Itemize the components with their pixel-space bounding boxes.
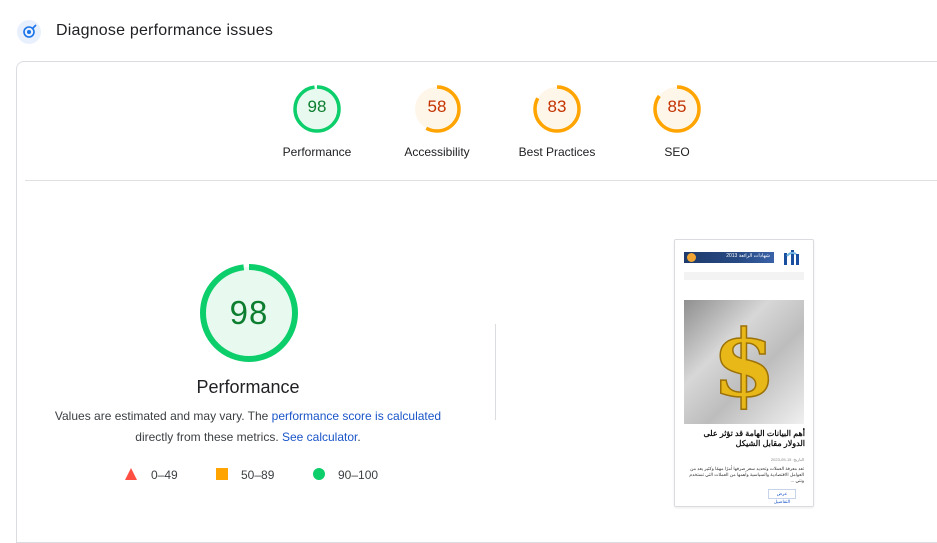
- sun-icon: [687, 253, 696, 262]
- report-card: 98 Performance 58 Accessibility 83 Best …: [16, 61, 937, 543]
- gauge-seo[interactable]: 85 SEO: [617, 84, 737, 159]
- gauge-score: 98: [307, 97, 327, 116]
- section-header: Diagnose performance issues: [0, 0, 937, 62]
- section-title: Diagnose performance issues: [56, 22, 274, 39]
- triangle-icon: [125, 468, 137, 480]
- legend-range: 0–49: [151, 468, 178, 482]
- gauge-score: 85: [667, 97, 687, 116]
- site-navbar: [684, 272, 804, 280]
- square-icon: [216, 468, 228, 480]
- site-banner: شهادات الرائعة 2013: [684, 252, 774, 263]
- score-gauges: 98 Performance 58 Accessibility 83 Best …: [17, 62, 937, 180]
- performance-gauge-large: 98: [177, 260, 321, 380]
- circle-icon: [313, 468, 325, 480]
- gauge-label: Best Practices: [518, 145, 596, 159]
- desc-text: Values are estimated and may vary. The: [54, 409, 272, 423]
- performance-score: 98: [229, 294, 269, 331]
- lighthouse-icon: [17, 20, 41, 44]
- performance-description: Values are estimated and may vary. The p…: [47, 406, 449, 448]
- gauge-label: SEO: [664, 145, 690, 159]
- gauge-accessibility[interactable]: 58 Accessibility: [377, 84, 497, 159]
- article-excerpt: تعد معرفة العملات وتحديد سعر صرفها أمرًا…: [689, 466, 804, 483]
- score-calculation-link[interactable]: performance score is calculated: [272, 409, 441, 423]
- details-button: عرض التفاصيل: [768, 489, 796, 504]
- legend-range: 90–100: [338, 468, 379, 482]
- gauge-score: 58: [427, 97, 447, 116]
- legend-range: 50–89: [241, 468, 275, 482]
- gauge-score: 83: [547, 97, 567, 116]
- desc-text: .: [357, 430, 361, 444]
- gauge-label: Performance: [282, 145, 352, 159]
- article-headline: أهم البيانات الهامة قد تؤثر على الدولار …: [703, 429, 805, 448]
- desc-text: directly from these metrics.: [135, 430, 282, 444]
- gauge-best-practices[interactable]: 83 Best Practices: [497, 84, 617, 159]
- banner-text: شهادات الرائعة 2013: [726, 253, 770, 259]
- gauge-label: Accessibility: [404, 145, 470, 159]
- see-calculator-link[interactable]: See calculator: [282, 430, 357, 444]
- article-date: التاريخ: 15-05-2023: [770, 457, 804, 462]
- gauge-performance[interactable]: 98 Performance: [257, 84, 377, 159]
- site-logo-icon: [784, 250, 799, 265]
- final-screenshot-thumbnail[interactable]: شهادات الرائعة 2013 $ أهم البيانات الهام…: [674, 239, 814, 507]
- performance-title: Performance: [196, 377, 300, 397]
- svg-text:$: $: [712, 310, 776, 418]
- divider: [25, 180, 937, 181]
- dollar-sign-icon: $: [711, 309, 777, 419]
- article-image: $: [684, 300, 804, 424]
- vertical-divider: [495, 324, 496, 420]
